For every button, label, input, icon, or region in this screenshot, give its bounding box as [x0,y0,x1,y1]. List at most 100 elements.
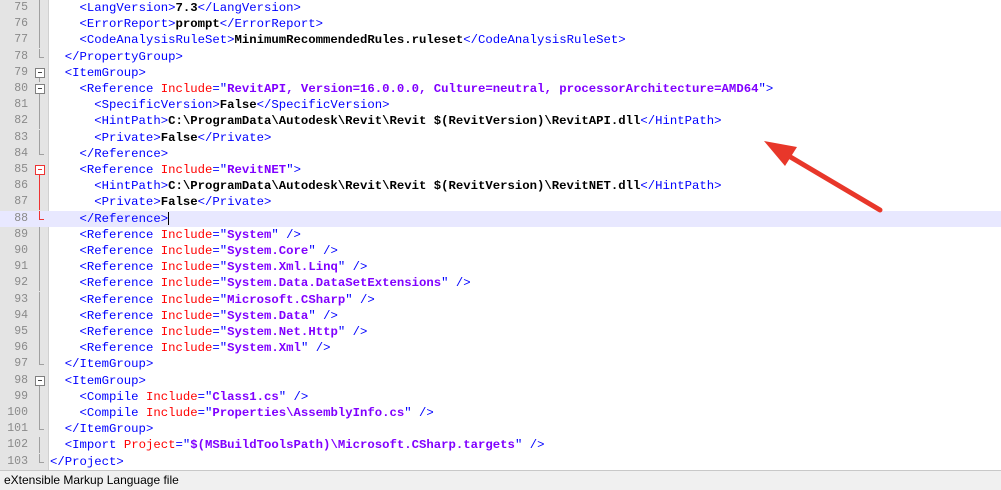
code-line[interactable]: 78 </PropertyGroup> [0,48,1001,65]
token-txt: MinimumRecommendedRules.ruleset [234,33,464,48]
code-text[interactable]: <Reference Include="System.Data.DataSetE… [50,275,471,291]
code-text[interactable]: <ItemGroup> [50,373,146,389]
code-text[interactable]: <Compile Include="Properties\AssemblyInf… [50,405,434,421]
code-line[interactable]: 76 <ErrorReport>prompt</ErrorReport> [0,16,1001,33]
code-text[interactable]: <Reference Include="System.Core" /> [50,243,338,259]
code-text[interactable]: <Reference Include="RevitNET"> [50,162,301,178]
token-tag: =" [212,227,228,242]
fold-toggle-icon[interactable] [34,81,46,98]
token-tag: </SpecificVersion> [256,98,390,113]
token-tag: " /> [345,292,375,307]
token-tag: <Compile [79,389,146,404]
code-text[interactable]: <ErrorReport>prompt</ErrorReport> [50,16,324,32]
code-text[interactable]: <Reference Include="System" /> [50,227,301,243]
code-line[interactable]: 101 </ItemGroup> [0,421,1001,437]
code-line[interactable]: 89 <Reference Include="System" /> [0,226,1001,243]
code-line[interactable]: 81 <SpecificVersion>False</SpecificVersi… [0,97,1001,114]
code-text[interactable]: </Reference> [50,211,170,227]
code-line[interactable]: 75 <LangVersion>7.3</LangVersion> [0,0,1001,16]
code-line[interactable]: 100 <Compile Include="Properties\Assembl… [0,405,1001,421]
code-line[interactable]: 98 <ItemGroup> [0,373,1001,390]
token-tag: </HintPath> [640,179,722,194]
token-tag: =" [212,82,228,96]
code-line[interactable]: 79 <ItemGroup> [0,65,1001,82]
code-line[interactable]: 103 </Project> [0,453,1001,470]
fold-toggle-icon[interactable] [34,65,46,82]
line-number: 100 [7,406,28,419]
code-line[interactable]: 99 <Compile Include="Class1.cs" /> [0,388,1001,405]
fold-guide-line [34,291,46,308]
code-text[interactable]: <Compile Include="Class1.cs" /> [50,389,309,405]
fold-guide-line [34,437,46,454]
token-tag: =" [175,438,191,453]
token-tag: <Reference [79,325,161,339]
fold-guide-line [34,129,46,146]
code-text[interactable]: <Reference Include="RevitAPI, Version=16… [50,81,774,97]
code-line[interactable]: 90 <Reference Include="System.Core" /> [0,243,1001,259]
code-editor[interactable]: 75 <LangVersion>7.3</LangVersion> 76 <Err… [0,0,1001,470]
token-str: System.Net.Http [227,325,338,339]
fold-end-marker [34,145,46,162]
code-text[interactable]: <LangVersion>7.3</LangVersion> [50,0,301,16]
code-text[interactable]: <Reference Include="System.Net.Http" /> [50,324,368,340]
fold-toggle-icon[interactable] [34,373,46,390]
token-tag: =" [212,341,228,356]
code-line[interactable]: 80 <Reference Include="RevitAPI, Version… [0,81,1001,98]
token-txt: C:\ProgramData\Autodesk\Revit\Revit $(Re… [168,179,641,194]
fold-toggle-icon[interactable] [34,162,46,179]
code-text[interactable]: <CodeAnalysisRuleSet>MinimumRecommendedR… [50,32,626,48]
token-str: System.Data [227,308,309,323]
fold-end-marker [34,453,46,470]
code-text[interactable]: <HintPath>C:\ProgramData\Autodesk\Revit\… [50,178,722,194]
code-text[interactable]: <Reference Include="System.Xml.Linq" /> [50,259,368,275]
code-line[interactable]: 86 <HintPath>C:\ProgramData\Autodesk\Rev… [0,178,1001,195]
code-text[interactable]: <Reference Include="Microsoft.CSharp" /> [50,292,375,308]
code-text[interactable]: <Import Project="$(MSBuildToolsPath)\Mic… [50,437,545,453]
token-tag: </PropertyGroup> [64,49,183,64]
code-line[interactable]: 83 <Private>False</Private> [0,129,1001,146]
code-text[interactable]: <Reference Include="System.Data" /> [50,308,338,324]
token-tag: <Reference [79,82,161,96]
token-tag: " /> [308,308,338,323]
code-text[interactable]: </Project> [50,454,124,470]
fold-end-marker [34,356,46,372]
code-line[interactable]: 92 <Reference Include="System.Data.DataS… [0,275,1001,292]
token-tag: =" [197,389,213,404]
code-text[interactable]: </PropertyGroup> [50,49,183,65]
token-tag: <CodeAnalysisRuleSet> [79,33,235,48]
code-line[interactable]: 102 <Import Project="$(MSBuildToolsPath)… [0,437,1001,454]
token-tag: <ErrorReport> [79,17,176,32]
token-attr: Include [160,292,213,307]
token-tag: <LangVersion> [79,1,176,15]
code-line[interactable]: 77 <CodeAnalysisRuleSet>MinimumRecommend… [0,32,1001,49]
code-text[interactable]: </ItemGroup> [50,356,154,372]
code-line[interactable]: 96 <Reference Include="System.Xml" /> [0,340,1001,357]
line-number: 96 [14,341,28,355]
token-tag: " /> [337,260,368,275]
code-line[interactable]: 87 <Private>False</Private> [0,194,1001,211]
code-text[interactable]: </Reference> [50,146,169,162]
code-text[interactable]: <HintPath>C:\ProgramData\Autodesk\Revit\… [50,113,722,129]
code-text[interactable]: <ItemGroup> [50,65,146,81]
code-text[interactable]: <SpecificVersion>False</SpecificVersion> [50,97,389,113]
code-line[interactable]: 85 <Reference Include="RevitNET"> [0,162,1001,179]
code-line[interactable]: 95 <Reference Include="System.Net.Http" … [0,324,1001,340]
token-tag: " /> [404,406,434,420]
code-text[interactable]: </ItemGroup> [50,421,154,437]
code-line[interactable]: 82 <HintPath>C:\ProgramData\Autodesk\Rev… [0,113,1001,130]
code-line[interactable]: 88 </Reference> [0,210,1001,227]
token-tag: </HintPath> [640,114,722,129]
fold-guide-line [34,97,46,114]
code-line[interactable]: 91 <Reference Include="System.Xml.Linq" … [0,259,1001,276]
code-line[interactable]: 93 <Reference Include="Microsoft.CSharp"… [0,291,1001,308]
code-line[interactable]: 94 <Reference Include="System.Data" /> [0,307,1001,324]
token-tag: <Compile [79,406,146,420]
code-text[interactable]: <Private>False</Private> [50,130,271,146]
fold-guide-line [34,388,46,405]
code-text[interactable]: <Private>False</Private> [50,194,271,210]
code-line[interactable]: 97 </ItemGroup> [0,356,1001,372]
fold-guide-line [34,178,46,195]
token-tag: </Reference> [79,146,169,161]
code-line[interactable]: 84 </Reference> [0,145,1001,162]
code-text[interactable]: <Reference Include="System.Xml" /> [50,340,331,356]
